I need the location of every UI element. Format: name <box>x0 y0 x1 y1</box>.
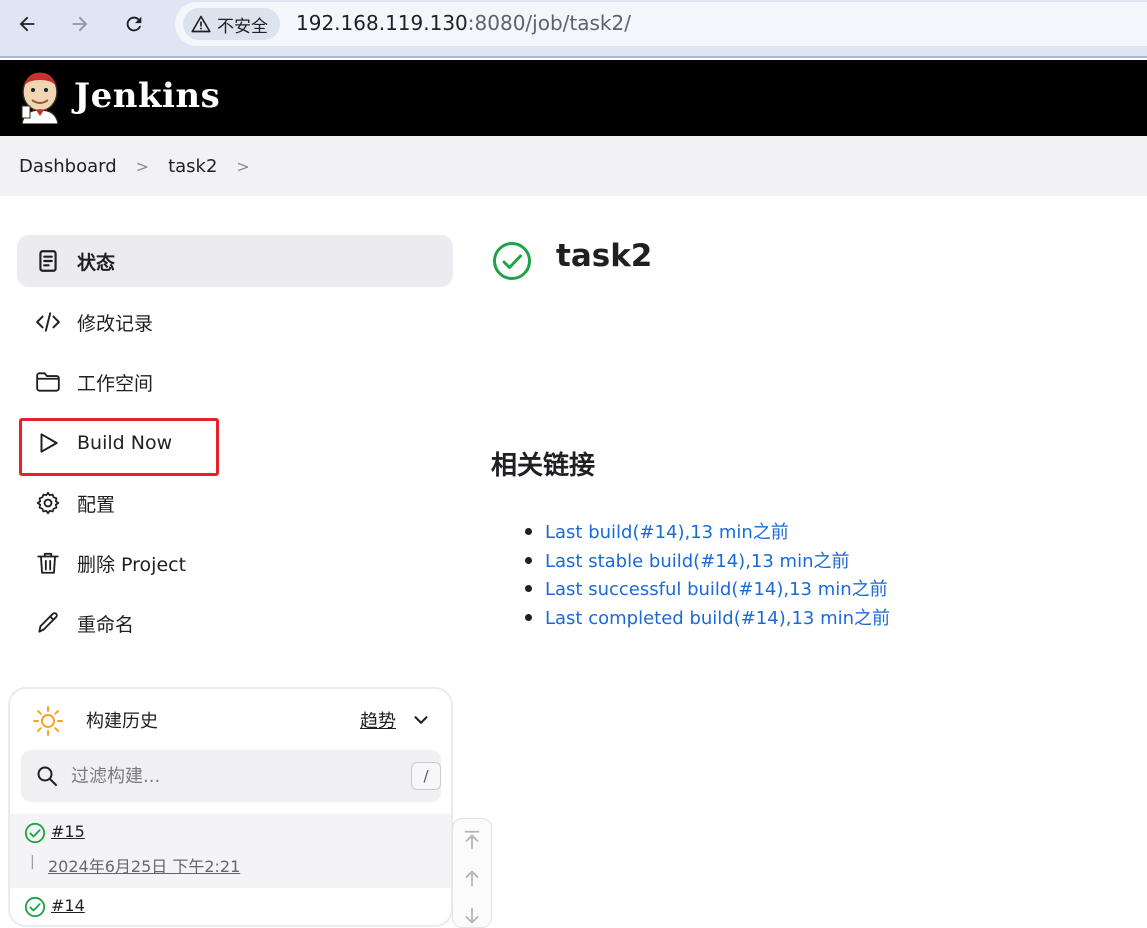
arrow-left-icon <box>19 16 35 32</box>
address-bar[interactable]: 不安全 192.168.119.130:8080/job/task2/ <box>175 2 1147 46</box>
keyboard-shortcut-badge: / <box>411 762 441 790</box>
related-links-heading: 相关链接 <box>491 451 596 481</box>
build-filter-search: / <box>21 750 441 802</box>
sidebar-item-label: 状态 <box>77 251 116 274</box>
build-history-title: 构建历史 <box>86 711 158 732</box>
sidebar-item-label: 配置 <box>77 493 116 516</box>
reload-icon <box>126 16 142 32</box>
success-check-icon <box>24 896 46 918</box>
sidebar-item-configure[interactable]: 配置 <box>17 477 453 529</box>
build-filter-input[interactable] <box>71 760 391 792</box>
browser-toolbar: 不安全 192.168.119.130:8080/job/task2/ <box>0 0 1147 58</box>
reload-button[interactable] <box>116 8 152 40</box>
build-row[interactable]: #14 <box>10 888 451 925</box>
build-number-link[interactable]: #15 <box>51 822 85 841</box>
trash-icon <box>33 548 63 578</box>
jenkins-title[interactable]: Jenkins <box>74 76 220 116</box>
pencil-icon <box>33 608 63 638</box>
url-host: 192.168.119.130 <box>296 11 468 35</box>
list-item: Last stable build(#14),13 min之前 <box>525 547 890 576</box>
chevron-right-icon[interactable]: > <box>236 157 249 176</box>
jenkins-header: Jenkins <box>0 60 1147 136</box>
sidebar-item-status[interactable]: 状态 <box>17 235 453 287</box>
search-icon <box>37 766 57 786</box>
build-number-link[interactable]: #14 <box>51 896 85 915</box>
chevron-right-icon: > <box>135 156 150 176</box>
last-stable-build-link[interactable]: Last stable build(#14),13 min之前 <box>545 551 850 572</box>
list-item: Last completed build(#14),13 min之前 <box>525 604 890 633</box>
sidebar-item-changes[interactable]: 修改记录 <box>17 296 453 348</box>
sidebar-item-label: 重命名 <box>77 613 135 636</box>
list-item: Last build(#14),13 min之前 <box>525 518 890 547</box>
warning-icon <box>191 15 211 33</box>
gear-icon <box>33 488 63 518</box>
back-button[interactable] <box>9 8 45 40</box>
scroll-up-icon[interactable] <box>461 867 483 889</box>
trend-link[interactable]: 趋势 <box>360 707 396 733</box>
document-icon <box>33 246 63 276</box>
success-check-icon <box>24 822 46 844</box>
build-history-panel: 构建历史 趋势 / #15 | 2024年6月25日 下午2:21 #14 <box>8 687 453 927</box>
forward-button[interactable] <box>62 8 98 40</box>
sun-icon <box>33 706 63 736</box>
history-scroll-controls <box>452 818 492 928</box>
page-title: task2 <box>556 238 653 274</box>
success-status-icon <box>493 242 531 280</box>
jenkins-logo-icon[interactable] <box>18 70 62 124</box>
security-label: 不安全 <box>217 16 268 37</box>
build-history-header: 构建历史 趋势 <box>10 689 451 749</box>
breadcrumb-task2[interactable]: task2 <box>168 156 217 177</box>
last-completed-build-link[interactable]: Last completed build(#14),13 min之前 <box>545 608 890 629</box>
build-row[interactable]: #15 | 2024年6月25日 下午2:21 <box>10 814 451 888</box>
breadcrumb-dashboard[interactable]: Dashboard <box>19 156 117 177</box>
related-links-list: Last build(#14),13 min之前 Last stable bui… <box>525 518 890 632</box>
sidebar-item-rename[interactable]: 重命名 <box>17 597 453 649</box>
chevron-down-icon[interactable] <box>410 709 432 731</box>
scroll-to-top-icon[interactable] <box>461 829 483 851</box>
sidebar-item-label: 工作空间 <box>77 372 154 395</box>
breadcrumb: Dashboard > task2 > <box>0 136 1147 196</box>
sidebar-item-label: 删除 Project <box>77 553 187 576</box>
list-item: Last successful build(#14),13 min之前 <box>525 575 890 604</box>
timeline-divider: | <box>30 854 35 870</box>
scroll-down-icon[interactable] <box>461 905 483 927</box>
build-date-link[interactable]: 2024年6月25日 下午2:21 <box>48 853 240 877</box>
code-icon <box>33 307 63 337</box>
url-text[interactable]: 192.168.119.130:8080/job/task2/ <box>296 11 631 35</box>
url-path: :8080/job/task2/ <box>467 11 631 35</box>
sidebar-item-workspace[interactable]: 工作空间 <box>17 356 453 408</box>
sidebar-item-label: 修改记录 <box>77 312 154 335</box>
security-indicator[interactable]: 不安全 <box>183 8 280 40</box>
arrow-right-icon <box>72 16 88 32</box>
highlight-annotation <box>19 418 219 476</box>
sidebar-item-delete[interactable]: 删除 Project <box>17 537 453 589</box>
last-build-link[interactable]: Last build(#14),13 min之前 <box>545 522 789 543</box>
last-successful-build-link[interactable]: Last successful build(#14),13 min之前 <box>545 579 888 600</box>
folder-icon <box>33 367 63 397</box>
